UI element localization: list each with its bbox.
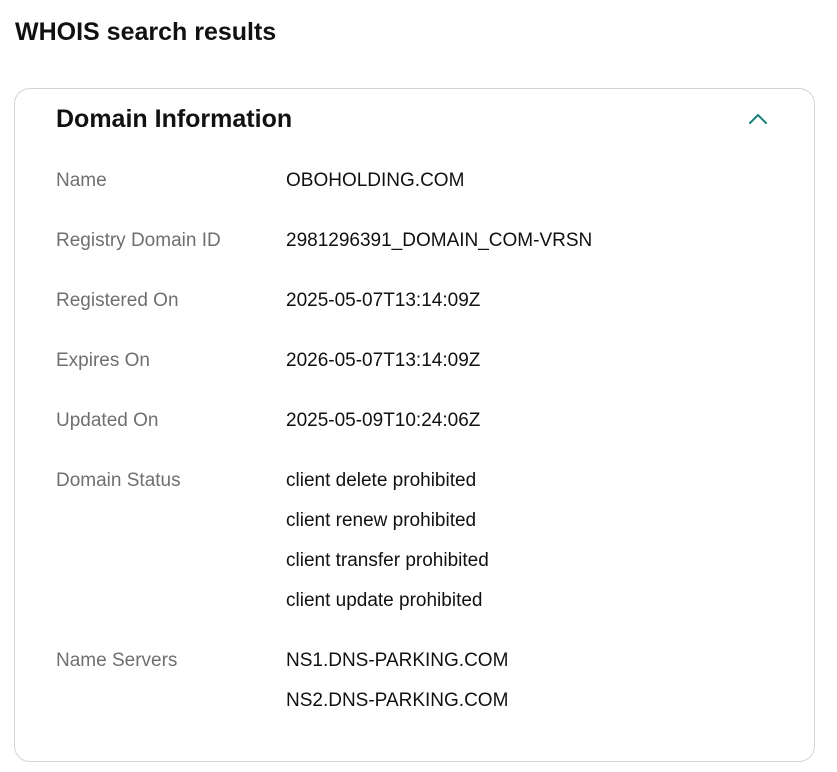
field-row-registry-domain-id: Registry Domain ID 2981296391_DOMAIN_COM… — [56, 221, 776, 261]
field-values: client delete prohibited client renew pr… — [286, 461, 776, 621]
field-value: 2981296391_DOMAIN_COM-VRSN — [286, 230, 593, 251]
page-title: WHOIS search results — [15, 18, 277, 46]
field-label: Name Servers — [56, 650, 178, 671]
status-value: client renew prohibited — [286, 510, 477, 531]
field-row-name-servers: Name Servers NS1.DNS-PARKING.COM NS2.DNS… — [56, 641, 776, 721]
name-server-value: NS1.DNS-PARKING.COM — [286, 650, 509, 671]
field-label: Updated On — [56, 410, 159, 431]
field-row-expires-on: Expires On 2026-05-07T13:14:09Z — [56, 341, 776, 381]
field-row-name: Name OBOHOLDING.COM — [56, 161, 776, 201]
field-values: 2026-05-07T13:14:09Z — [286, 341, 776, 381]
field-values: OBOHOLDING.COM — [286, 161, 776, 201]
field-values: NS1.DNS-PARKING.COM NS2.DNS-PARKING.COM — [286, 641, 776, 721]
field-value: 2026-05-07T13:14:09Z — [286, 350, 481, 371]
field-value: 2025-05-09T10:24:06Z — [286, 410, 481, 431]
section-title: Domain Information — [56, 105, 293, 133]
status-value: client delete prohibited — [286, 470, 477, 491]
name-server-value: NS2.DNS-PARKING.COM — [286, 690, 509, 711]
field-row-domain-status: Domain Status client delete prohibited c… — [56, 461, 776, 621]
collapse-toggle-button[interactable] — [740, 101, 776, 137]
field-values: 2025-05-09T10:24:06Z — [286, 401, 776, 441]
field-value: 2025-05-07T13:14:09Z — [286, 290, 481, 311]
field-row-updated-on: Updated On 2025-05-09T10:24:06Z — [56, 401, 776, 441]
field-label: Expires On — [56, 350, 150, 371]
chevron-up-icon — [749, 114, 767, 124]
status-value: client update prohibited — [286, 590, 483, 611]
whois-fields: Name OBOHOLDING.COM Registry Domain ID 2… — [56, 161, 776, 741]
field-value: OBOHOLDING.COM — [286, 170, 465, 191]
field-row-registered-on: Registered On 2025-05-07T13:14:09Z — [56, 281, 776, 321]
domain-information-header[interactable]: Domain Information — [56, 101, 776, 137]
field-label: Domain Status — [56, 470, 181, 491]
field-label: Name — [56, 170, 107, 191]
field-label: Registry Domain ID — [56, 230, 221, 251]
status-value: client transfer prohibited — [286, 550, 489, 571]
field-values: 2981296391_DOMAIN_COM-VRSN — [286, 221, 776, 261]
field-label: Registered On — [56, 290, 179, 311]
domain-information-card: Domain Information Name OBOHOLDING.COM R… — [14, 88, 815, 762]
field-values: 2025-05-07T13:14:09Z — [286, 281, 776, 321]
